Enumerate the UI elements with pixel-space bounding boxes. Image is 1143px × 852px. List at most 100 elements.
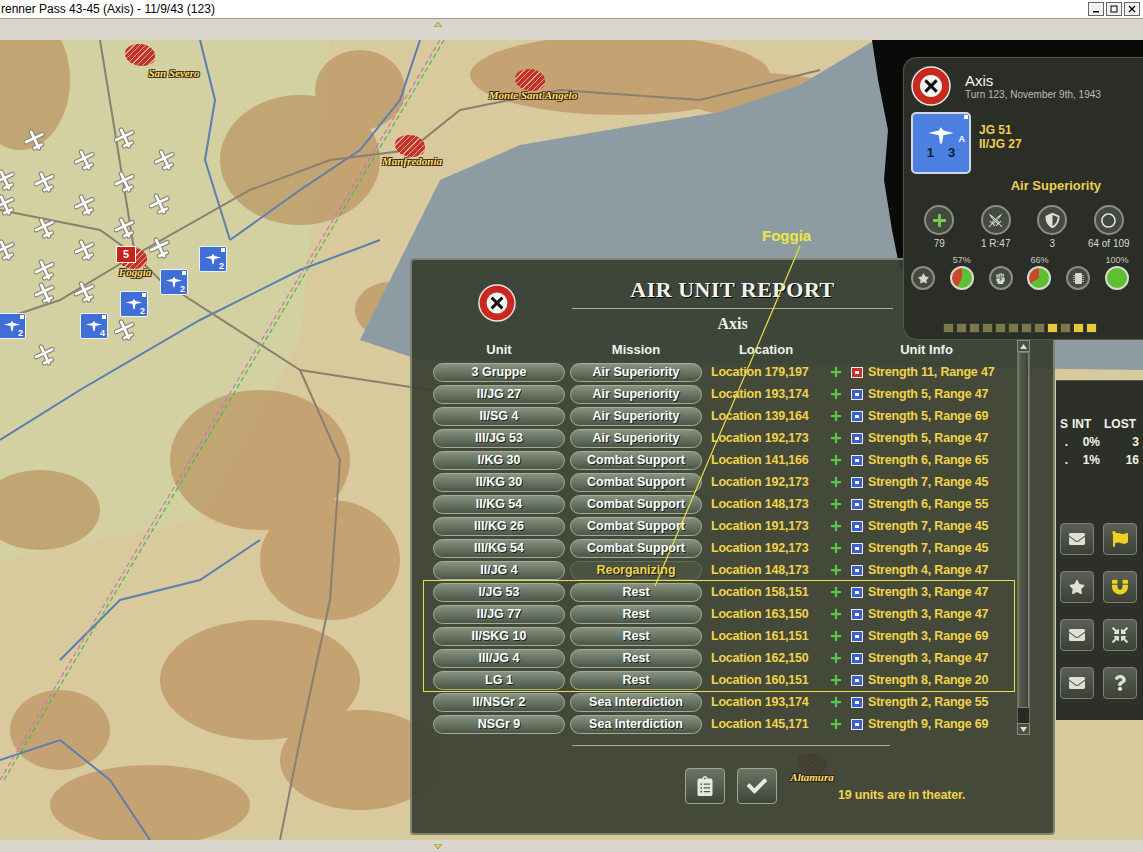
plus-icon[interactable] — [830, 674, 842, 686]
air-unit-counter[interactable]: 2 — [120, 291, 148, 317]
unit-button[interactable]: II/KG 54 — [433, 495, 565, 514]
message-button[interactable] — [1060, 667, 1094, 699]
scroll-track[interactable] — [1017, 352, 1030, 723]
plus-icon[interactable] — [830, 586, 842, 598]
unit-button[interactable]: II/NSGr 2 — [433, 693, 565, 712]
scroll-thumb[interactable] — [1018, 352, 1029, 708]
map-area[interactable]: 22242San SeveroMonte Sant'AngeloManfredo… — [0, 40, 1143, 840]
plus-icon[interactable] — [830, 498, 842, 510]
mission-button[interactable]: Combat Support — [570, 473, 702, 492]
minimize-button[interactable] — [1088, 2, 1104, 16]
airfield[interactable] — [114, 171, 136, 197]
report-row[interactable]: II/JG 77RestLocation 163,150Strength 3, … — [433, 603, 1014, 625]
plus-icon[interactable] — [830, 410, 842, 422]
air-unit-counter[interactable]: 4 — [80, 313, 108, 339]
airfield[interactable] — [34, 217, 56, 243]
report-row[interactable]: NSGr 9Sea InterdictionLocation 145,171St… — [433, 713, 1016, 735]
flag-button[interactable] — [1103, 523, 1137, 555]
unit-button[interactable]: II/JG 27 — [433, 385, 565, 404]
airfield[interactable] — [0, 169, 16, 195]
report-row[interactable]: I/KG 30Combat SupportLocation 141,166Str… — [433, 449, 1016, 471]
mission-button[interactable]: Air Superiority — [570, 363, 702, 382]
mission-button[interactable]: Rest — [570, 627, 702, 646]
airfield[interactable] — [114, 127, 136, 153]
plus-icon[interactable] — [830, 718, 842, 730]
airfield[interactable] — [149, 237, 171, 263]
report-button[interactable] — [1060, 619, 1094, 651]
close-button[interactable] — [1124, 2, 1140, 16]
unit-button[interactable]: LG 1 — [433, 671, 565, 690]
unit-button[interactable]: NSGr 9 — [433, 715, 565, 734]
airfield[interactable] — [34, 344, 56, 370]
report-row[interactable]: III/KG 54Combat SupportLocation 192,173S… — [433, 537, 1016, 559]
mission-button[interactable]: Rest — [570, 649, 702, 668]
scroll-up-button[interactable] — [1017, 340, 1030, 352]
report-row[interactable]: 3 GruppeAir SuperiorityLocation 179,197S… — [433, 361, 1016, 383]
plus-icon[interactable] — [830, 696, 842, 708]
report-row[interactable]: III/KG 26Combat SupportLocation 191,173S… — [433, 515, 1016, 537]
report-row[interactable]: I/JG 53RestLocation 158,151Strength 3, R… — [433, 581, 1014, 603]
report-row[interactable]: II/JG 4ReorganizingLocation 148,173Stren… — [433, 559, 1016, 581]
airfield[interactable] — [74, 281, 96, 307]
unit-button[interactable]: III/KG 54 — [433, 539, 565, 558]
mission-button[interactable]: Combat Support — [570, 517, 702, 536]
magnet-button[interactable] — [1103, 571, 1137, 603]
unit-button[interactable]: II/SG 4 — [433, 407, 565, 426]
mission-button[interactable]: Reorganizing — [570, 561, 702, 580]
plus-icon[interactable] — [830, 366, 842, 378]
plus-icon[interactable] — [830, 652, 842, 664]
plus-icon[interactable] — [830, 432, 842, 444]
report-row[interactable]: II/NSGr 2Sea InterdictionLocation 193,17… — [433, 691, 1016, 713]
airfield[interactable] — [74, 239, 96, 265]
unit-button[interactable]: II/SKG 10 — [433, 627, 565, 646]
mission-button[interactable]: Sea Interdiction — [570, 715, 702, 734]
unit-button[interactable]: III/KG 26 — [433, 517, 565, 536]
report-row[interactable]: III/JG 4RestLocation 162,150Strength 3, … — [433, 647, 1014, 669]
scrollbar[interactable] — [1017, 340, 1030, 735]
report-row[interactable]: III/JG 53Air SuperiorityLocation 192,173… — [433, 427, 1016, 449]
airfield[interactable] — [0, 194, 16, 220]
mission-button[interactable]: Rest — [570, 605, 702, 624]
airfield[interactable] — [114, 217, 136, 243]
star-button[interactable] — [1060, 571, 1094, 603]
mission-button[interactable]: Air Superiority — [570, 407, 702, 426]
unit-button[interactable]: II/JG 4 — [433, 561, 565, 580]
plus-icon[interactable] — [830, 608, 842, 620]
plus-icon[interactable] — [830, 630, 842, 642]
report-row[interactable]: II/KG 54Combat SupportLocation 148,173St… — [433, 493, 1016, 515]
air-unit-counter[interactable]: 2 — [0, 313, 26, 339]
plus-icon[interactable] — [830, 542, 842, 554]
corps-button[interactable] — [1103, 619, 1137, 651]
restore-button[interactable] — [1106, 2, 1122, 16]
unit-button[interactable]: II/JG 77 — [433, 605, 565, 624]
airfield[interactable] — [34, 259, 56, 285]
airfield[interactable] — [114, 319, 136, 345]
report-row[interactable]: II/JG 27Air SuperiorityLocation 193,174S… — [433, 383, 1016, 405]
mission-button[interactable]: Rest — [570, 671, 702, 690]
plus-icon[interactable] — [830, 520, 842, 532]
plus-icon[interactable] — [830, 388, 842, 400]
mission-button[interactable]: Sea Interdiction — [570, 693, 702, 712]
help-button[interactable] — [1103, 667, 1137, 699]
mission-button[interactable]: Air Superiority — [570, 385, 702, 404]
mission-button[interactable]: Combat Support — [570, 495, 702, 514]
mission-button[interactable]: Air Superiority — [570, 429, 702, 448]
mission-button[interactable]: Combat Support — [570, 539, 702, 558]
report-row[interactable]: II/SKG 10RestLocation 161,151Strength 3,… — [433, 625, 1014, 647]
scroll-down-button[interactable] — [1017, 723, 1030, 735]
unit-button[interactable]: 3 Gruppe — [433, 363, 565, 382]
unit-button[interactable]: III/JG 4 — [433, 649, 565, 668]
plus-icon[interactable] — [830, 564, 842, 576]
unit-button[interactable]: II/KG 30 — [433, 473, 565, 492]
mission-button[interactable]: Rest — [570, 583, 702, 602]
airfield[interactable] — [34, 282, 56, 308]
scroll-down-icon[interactable] — [434, 844, 442, 849]
airfield[interactable] — [74, 149, 96, 175]
ok-button[interactable] — [737, 768, 777, 804]
air-unit-counter[interactable]: 2 — [199, 246, 227, 272]
airfield[interactable] — [154, 149, 176, 175]
orders-button[interactable] — [685, 768, 725, 804]
scroll-up-icon[interactable] — [434, 22, 442, 27]
report-row[interactable]: II/KG 30Combat SupportLocation 192,173St… — [433, 471, 1016, 493]
air-unit-counter[interactable]: 2 — [160, 269, 188, 295]
